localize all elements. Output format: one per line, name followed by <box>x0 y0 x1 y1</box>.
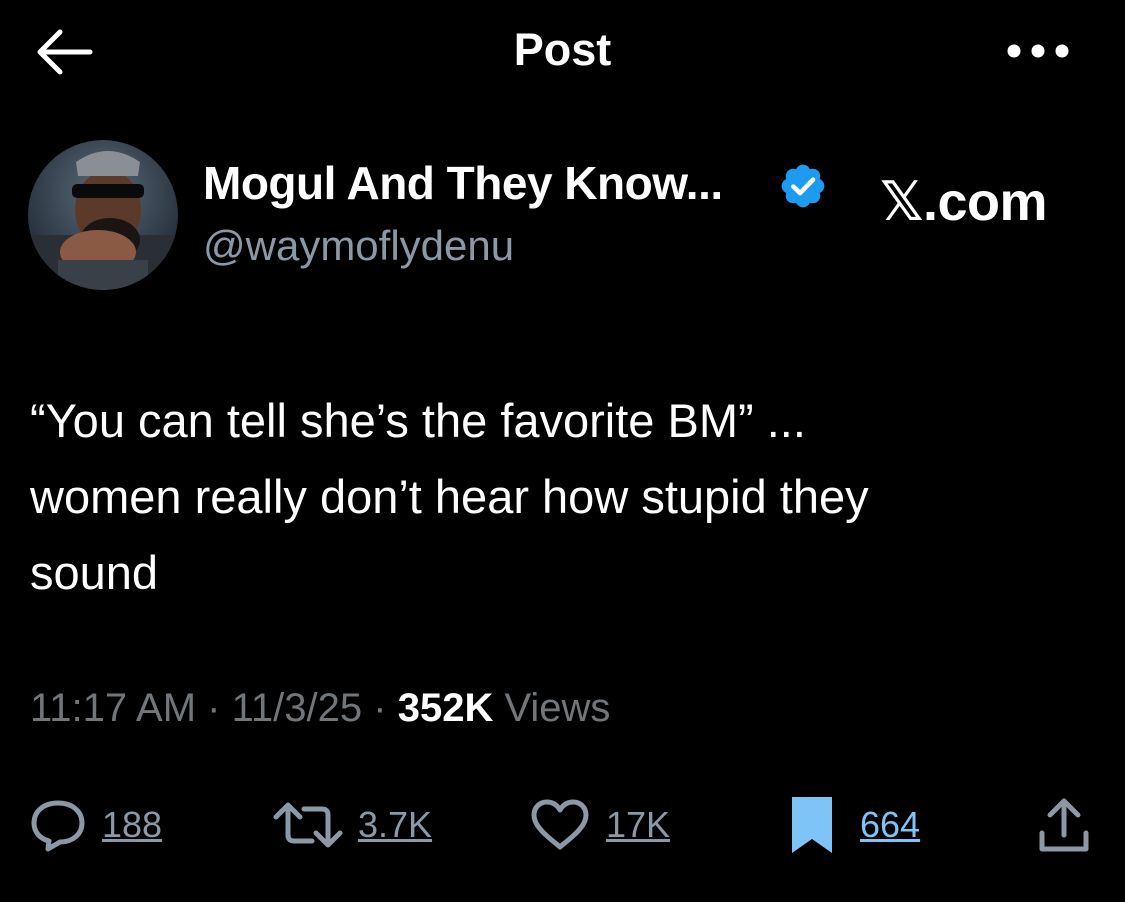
back-button[interactable] <box>30 24 96 80</box>
views-count: 352K <box>397 686 494 730</box>
page-title: Post <box>513 24 612 75</box>
avatar[interactable] <box>28 140 178 290</box>
separator-dot: · <box>207 686 221 730</box>
arrow-left-icon <box>37 29 93 75</box>
more-options-button[interactable] <box>1002 36 1074 66</box>
post-date[interactable]: 11/3/25 <box>232 686 363 730</box>
bookmark-count[interactable]: 664 <box>860 804 920 846</box>
verified-badge-icon <box>778 161 828 211</box>
ellipsis-icon <box>1007 44 1069 58</box>
views-label: Views <box>504 686 611 730</box>
reply-button[interactable]: 188 <box>28 795 162 855</box>
site-watermark: 𝕏.com <box>880 172 1048 232</box>
like-count[interactable]: 17K <box>606 804 670 846</box>
bookmark-button[interactable]: 664 <box>788 795 920 855</box>
reply-count[interactable]: 188 <box>102 804 162 846</box>
post-time[interactable]: 11:17 AM <box>30 686 196 730</box>
repost-count[interactable]: 3.7K <box>358 804 432 846</box>
tweet-line: sound <box>30 546 159 599</box>
heart-icon <box>531 799 589 850</box>
tweet-text: “You can tell she’s the favorite BM” ...… <box>30 383 1100 611</box>
share-icon <box>1039 798 1089 852</box>
like-button[interactable]: 17K <box>528 795 670 855</box>
tweet-line: women really don’t hear how stupid they <box>30 470 869 523</box>
separator-dot: · <box>373 686 387 730</box>
top-bar: Post <box>0 0 1125 110</box>
bookmark-filled-icon <box>792 797 832 853</box>
tweet-metadata: 11:17 AM · 11/3/25 · 352K Views <box>30 686 610 731</box>
repost-icon <box>273 802 343 848</box>
author-handle[interactable]: @waymoflydenu <box>203 222 514 270</box>
author-display-name[interactable]: Mogul And They Know... <box>203 156 723 210</box>
repost-button[interactable]: 3.7K <box>272 795 432 855</box>
reply-icon <box>31 800 85 852</box>
tweet-line: “You can tell she’s the favorite BM” ... <box>30 394 806 447</box>
share-button[interactable] <box>1036 795 1092 855</box>
